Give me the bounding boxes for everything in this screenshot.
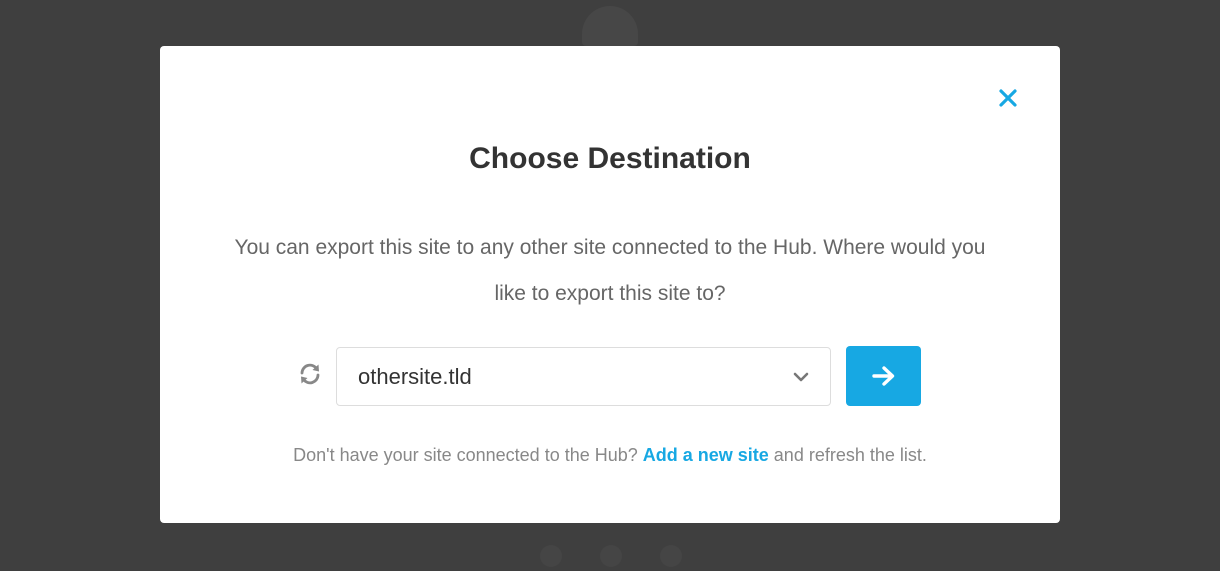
arrow-right-icon (871, 366, 894, 386)
dialog-title: Choose Destination (469, 142, 751, 175)
footer-text-suffix: and refresh the list. (768, 445, 927, 465)
choose-destination-dialog: Choose Destination You can export this s… (160, 46, 1060, 523)
destination-select-value: othersite.tld (358, 363, 472, 389)
refresh-icon (300, 363, 320, 385)
background-social-icon (540, 545, 562, 567)
background-logo (582, 6, 638, 46)
dialog-footer-note: Don't have your site connected to the Hu… (160, 441, 1060, 469)
add-new-site-link[interactable]: Add a new site (643, 445, 769, 465)
continue-export-button[interactable] (846, 346, 921, 406)
close-icon (999, 89, 1017, 107)
background-social-icon (600, 545, 622, 567)
footer-text-prefix: Don't have your site connected to the Hu… (293, 445, 643, 465)
refresh-list-button[interactable] (296, 360, 324, 388)
chevron-down-icon (790, 366, 812, 388)
dialog-description: You can export this site to any other si… (234, 236, 986, 305)
background-social-icon (660, 545, 682, 567)
destination-select[interactable]: othersite.tld (336, 347, 831, 406)
close-button[interactable] (994, 84, 1022, 112)
